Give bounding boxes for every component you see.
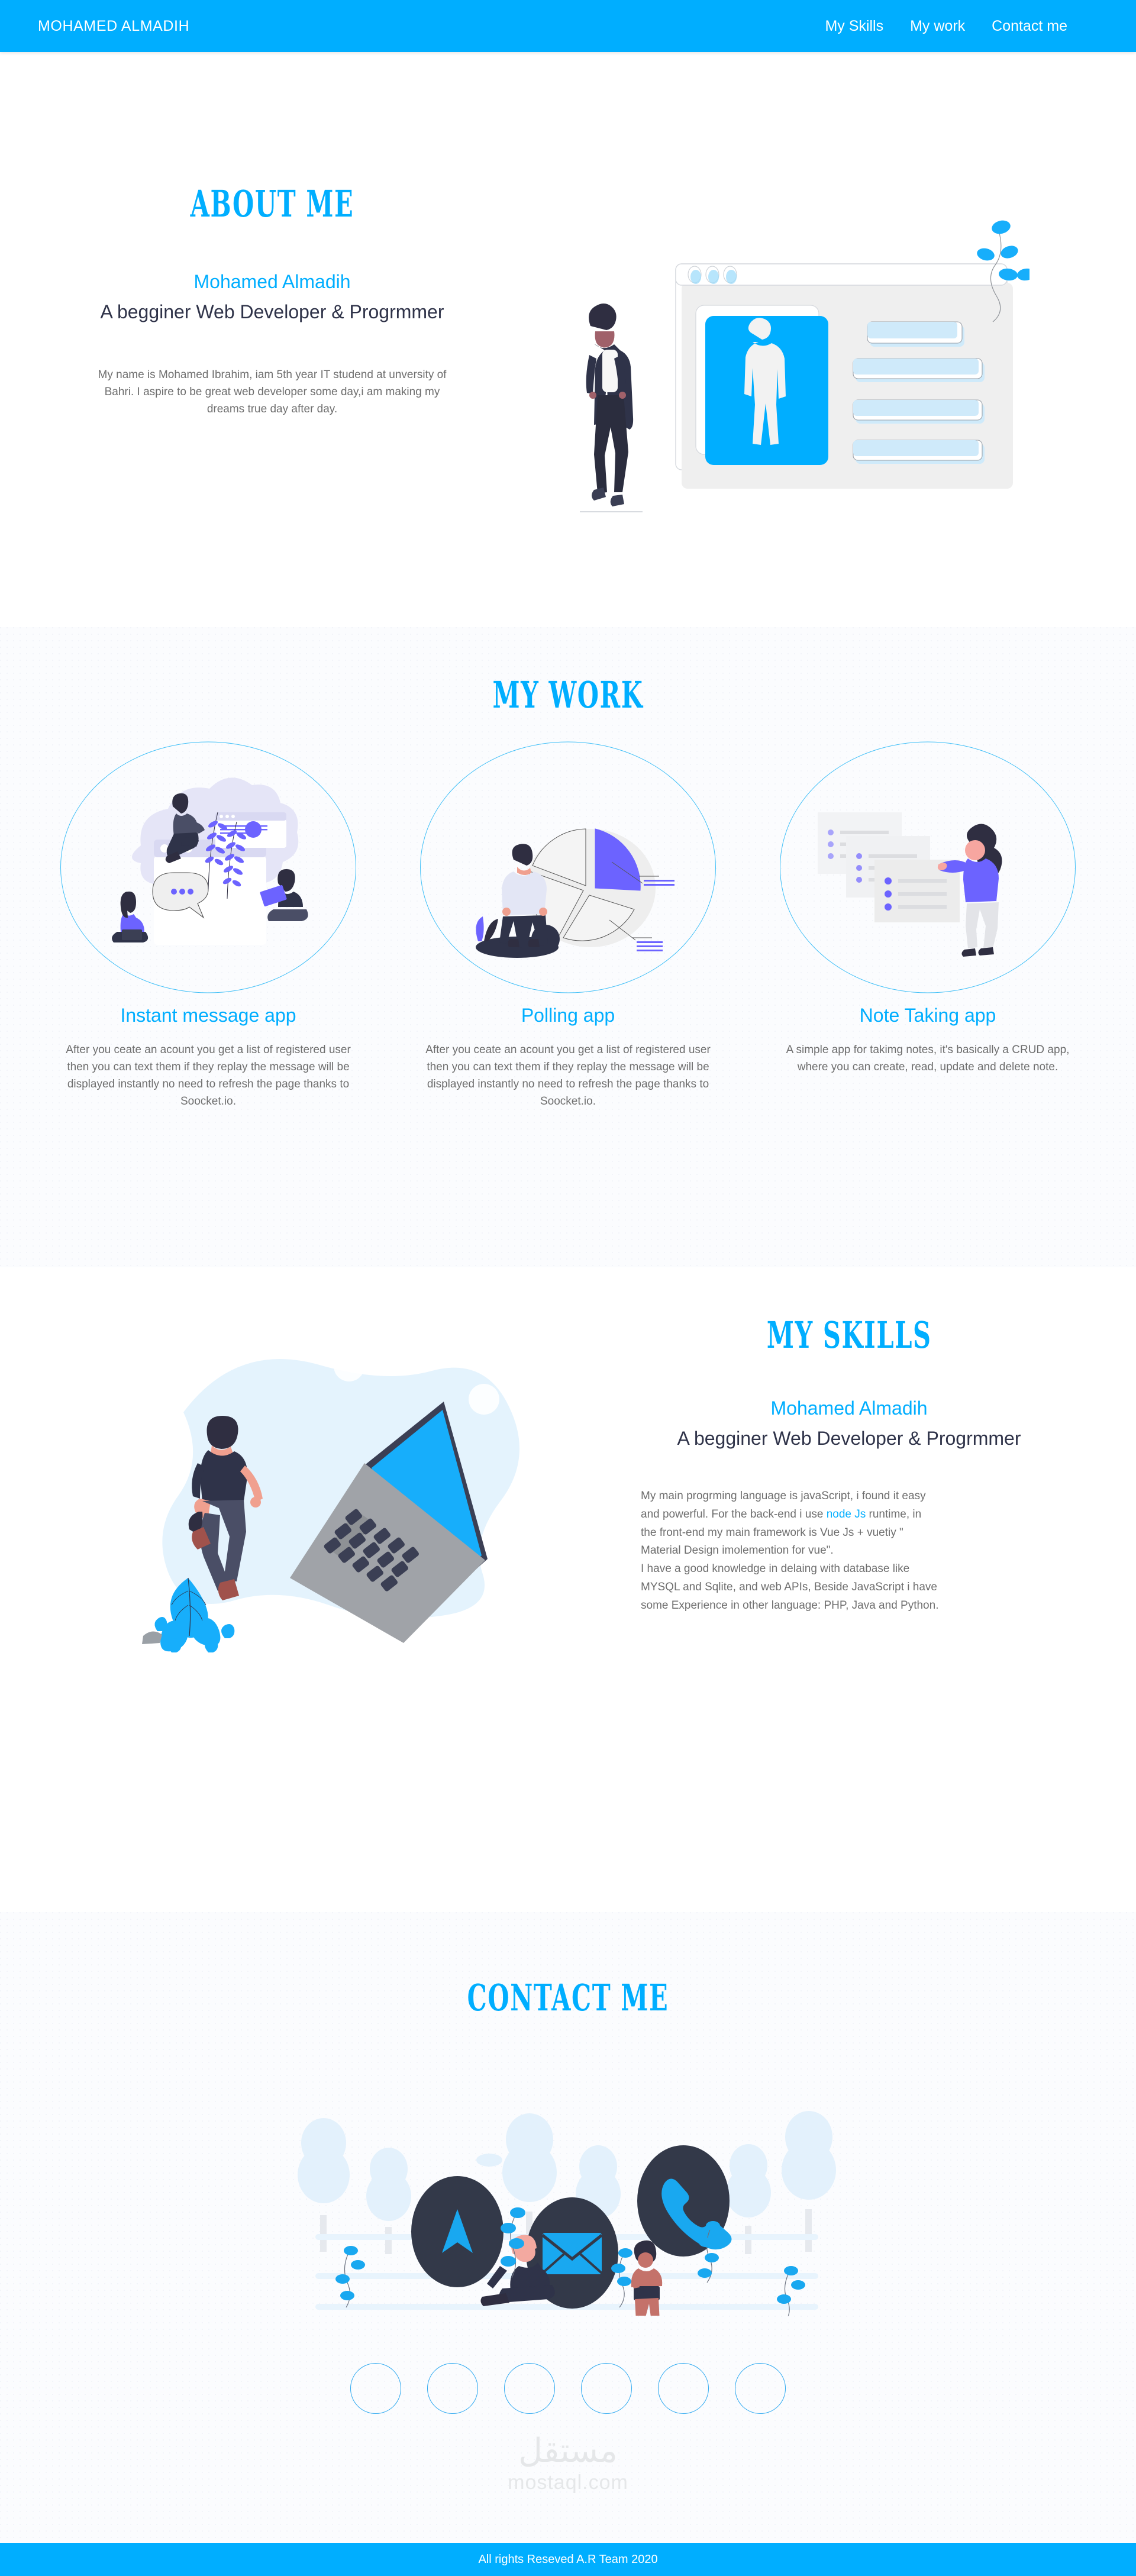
work-card-title: Instant message app	[120, 1005, 296, 1026]
about-section: ABOUT ME Mohamed Almadih A begginer Web …	[0, 52, 1136, 627]
work-card-instant-message[interactable]: Instant message app After you ceate an a…	[40, 737, 377, 1111]
phone-icon-bubble	[637, 2145, 732, 2257]
skills-line-7: some Experience in other language: PHP, …	[641, 1599, 939, 1612]
skills-paragraph: My main progrming language is javaScript…	[606, 1487, 1092, 1615]
skills-line-2b: runtime, in	[866, 1507, 922, 1521]
skills-heading: MY SKILLS	[766, 1314, 932, 1357]
social-circle-3[interactable]	[504, 2363, 555, 2414]
work-card-description: A simple app for takimg notes, it's basi…	[786, 1044, 1070, 1073]
brand-title[interactable]: MOHAMED ALMADIH	[38, 18, 189, 35]
walking-person-figure	[580, 303, 643, 512]
skills-line-5: I have a good knowledge in delaing with …	[641, 1563, 910, 1576]
skills-line-4: Material Design imolemention for vue".	[641, 1544, 834, 1557]
work-card-list: Instant message app After you ceate an a…	[0, 737, 1136, 1111]
social-circle-2[interactable]	[427, 2363, 478, 2414]
skills-line-2a: and powerful. For the back-end i use	[641, 1507, 827, 1521]
watermark-arabic-text: مستقل	[518, 2432, 618, 2470]
watermark-latin-text: mostaql.com	[508, 2471, 628, 2494]
social-circle-5[interactable]	[658, 2363, 709, 2414]
page-footer: All rights Reseved A.R Team 2020	[0, 2543, 1136, 2576]
contact-illustration-wrap	[0, 2038, 1136, 2316]
skills-illustration-column	[0, 1267, 562, 1912]
social-links-row	[0, 2363, 1136, 2414]
nav-link-contact-me[interactable]: Contact me	[992, 18, 1067, 35]
contact-section: CONTACT ME مستقل mostaql.com	[0, 1912, 1136, 2543]
skills-line-3: the front-end my main framework is Vue J…	[641, 1526, 903, 1539]
social-circle-4[interactable]	[581, 2363, 632, 2414]
work-card-description: After you ceate an acount you get a list…	[66, 1044, 351, 1108]
about-illustration-column	[544, 52, 1136, 627]
laptop-developer-illustration	[117, 1351, 519, 1670]
social-circle-1[interactable]	[350, 2363, 401, 2414]
work-card-title: Polling app	[521, 1005, 615, 1026]
work-card-illustration-wrap	[57, 737, 359, 998]
about-role: A begginer Web Developer & Progrmmer	[100, 301, 444, 322]
skills-line-6: MYSQL and Sqlite, and web APIs, Beside J…	[641, 1580, 937, 1593]
about-heading: ABOUT ME	[190, 183, 354, 226]
portfolio-page: MOHAMED ALMADIH My Skills My work Contac…	[0, 0, 1136, 2576]
hero-profile-illustration	[580, 220, 1030, 512]
work-card-illustration-wrap	[777, 737, 1079, 998]
skills-section: MY SKILLS Mohamed Almadih A begginer Web…	[0, 1267, 1136, 1912]
top-navbar: MOHAMED ALMADIH My Skills My work Contac…	[0, 0, 1136, 52]
card-outline-circle	[60, 741, 356, 993]
work-section: MY WORK Instant message app After you ce…	[0, 627, 1136, 1267]
footer-copyright: All rights Reseved A.R Team 2020	[478, 2552, 658, 2566]
card-outline-circle	[780, 741, 1076, 993]
work-card-description: After you ceate an acount you get a list…	[425, 1044, 711, 1108]
nav-links: My Skills My work Contact me	[825, 18, 1103, 35]
about-name: Mohamed Almadih	[193, 271, 351, 292]
skills-role: A begginer Web Developer & Progrmmer	[677, 1428, 1021, 1449]
social-circle-6[interactable]	[735, 2363, 786, 2414]
work-card-title: Note Taking app	[859, 1005, 996, 1026]
work-heading: MY WORK	[492, 674, 644, 717]
nav-link-my-skills[interactable]: My Skills	[825, 18, 883, 35]
browser-window-mockup	[675, 263, 1013, 489]
work-card-note-taking[interactable]: Note Taking app A simple app for takimg …	[759, 737, 1096, 1111]
work-card-illustration-wrap	[417, 737, 719, 998]
about-text-column: ABOUT ME Mohamed Almadih A begginer Web …	[0, 52, 544, 627]
node-js-link[interactable]: node Js	[827, 1508, 866, 1521]
nav-link-my-work[interactable]: My work	[910, 18, 965, 35]
work-card-polling[interactable]: Polling app After you ceate an acount yo…	[399, 737, 737, 1111]
mostaql-watermark: مستقل mostaql.com	[462, 2435, 674, 2494]
navigation-icon-bubble	[411, 2176, 504, 2287]
contact-park-illustration	[298, 2111, 836, 2316]
card-outline-circle	[420, 741, 716, 993]
skills-text-column: MY SKILLS Mohamed Almadih A begginer Web…	[562, 1267, 1136, 1912]
standing-child-figure	[631, 2240, 663, 2316]
skills-name: Mohamed Almadih	[770, 1397, 928, 1419]
about-paragraph: My name is Mohamed Ibrahim, iam 5th year…	[98, 369, 447, 415]
contact-heading: CONTACT ME	[467, 1977, 669, 2020]
skills-line-1: My main progrming language is javaScript…	[641, 1490, 926, 1502]
